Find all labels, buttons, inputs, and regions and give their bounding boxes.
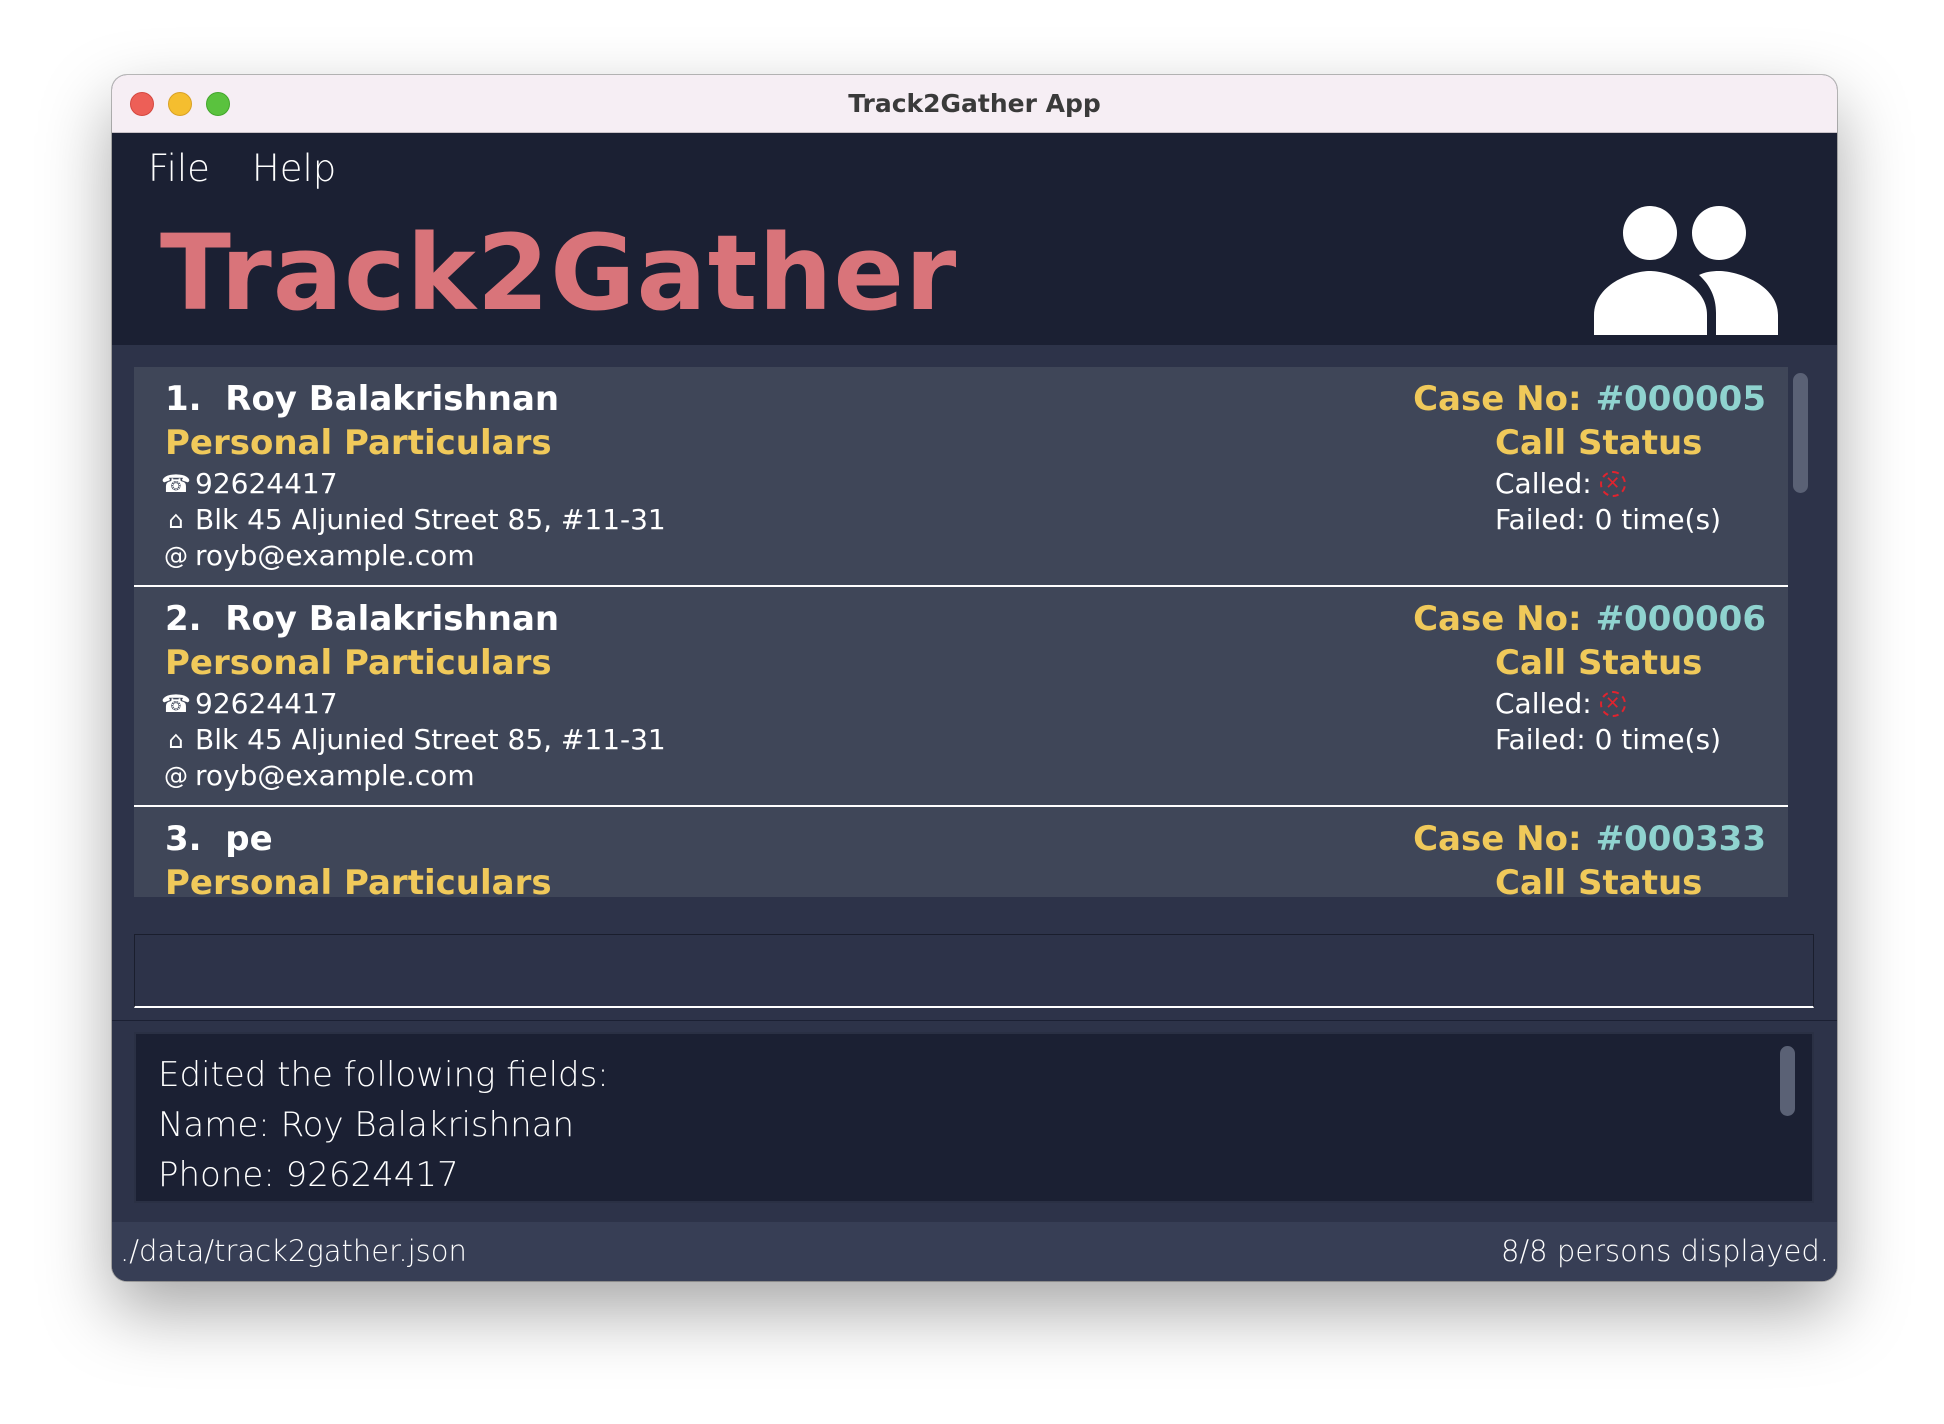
not-called-icon: ✕ <box>1599 690 1626 717</box>
phone-line: ☎ 92624417 <box>161 467 338 500</box>
result-area: Edited the following fields: Name: Roy B… <box>112 1021 1837 1222</box>
person-list-area: 1. Roy Balakrishnan Personal Particulars… <box>112 345 1837 919</box>
command-area <box>112 919 1837 1021</box>
scrollbar-thumb[interactable] <box>1780 1046 1795 1116</box>
persons-count: 8/8 persons displayed. <box>1500 1234 1829 1268</box>
address-line: ⌂ Blk 45 Aljunied Street 85, #11-31 <box>165 723 666 756</box>
menu-help[interactable]: Help <box>252 147 336 190</box>
case-number: Case No: #000005 <box>1413 379 1766 419</box>
phone-icon: ☎ <box>161 469 191 498</box>
email-line: @ royb@example.com <box>164 539 475 572</box>
failed-count: Failed: 0 time(s) <box>1495 723 1721 756</box>
address-line: ⌂ Blk 45 Aljunied Street 85, #11-31 <box>165 503 666 536</box>
window-title: Track2Gather App <box>848 89 1101 118</box>
menu-file[interactable]: File <box>148 147 210 190</box>
header: File Help Track2Gather <box>112 133 1837 345</box>
not-called-icon: ✕ <box>1599 470 1626 497</box>
phone-value: 92624417 <box>195 467 338 500</box>
called-status: Called: ✕ <box>1495 687 1626 720</box>
personal-particulars-label: Personal Particulars <box>165 423 552 463</box>
phone-value: 92624417 <box>195 687 338 720</box>
result-line: Name: Roy Balakrishnan <box>158 1105 575 1145</box>
call-status-label: Call Status <box>1495 423 1703 463</box>
command-input[interactable] <box>135 935 1813 1006</box>
file-path: ./data/track2gather.json <box>120 1234 467 1268</box>
personal-particulars-label: Personal Particulars <box>165 863 552 897</box>
person-name: 3. pe <box>165 819 273 859</box>
address-value: Blk 45 Aljunied Street 85, #11-31 <box>195 723 666 756</box>
scrollbar-thumb[interactable] <box>1793 373 1808 493</box>
email-line: @ royb@example.com <box>164 759 475 792</box>
result-text: Edited the following fields: Name: Roy B… <box>158 1050 609 1200</box>
result-line: Edited the following fields: <box>158 1055 609 1095</box>
phone-line: ☎ 92624417 <box>161 687 338 720</box>
app-window: Track2Gather App File Help Track2Gather … <box>112 75 1837 1281</box>
case-number: Case No: #000006 <box>1413 599 1766 639</box>
person-list[interactable]: 1. Roy Balakrishnan Personal Particulars… <box>134 367 1788 897</box>
result-display: Edited the following fields: Name: Roy B… <box>134 1032 1814 1203</box>
app-name: Track2Gather <box>160 212 958 334</box>
result-line: Phone: 92624417 <box>158 1155 459 1195</box>
command-box[interactable] <box>134 934 1814 1008</box>
called-status: Called: ✕ <box>1495 467 1626 500</box>
at-icon: @ <box>164 761 188 790</box>
call-status-label: Call Status <box>1495 863 1703 897</box>
title-bar: Track2Gather App <box>112 75 1837 133</box>
person-card[interactable]: 3. pe Personal Particulars Case No: #0003… <box>134 807 1788 897</box>
at-icon: @ <box>164 541 188 570</box>
case-number: Case No: #000333 <box>1413 819 1766 859</box>
person-card[interactable]: 2. Roy Balakrishnan Personal Particulars… <box>134 587 1788 807</box>
failed-count: Failed: 0 time(s) <box>1495 503 1721 536</box>
person-list-scrollbar[interactable] <box>1791 367 1811 897</box>
result-scrollbar[interactable] <box>1778 1044 1798 1194</box>
status-bar: ./data/track2gather.json 8/8 persons dis… <box>112 1222 1837 1281</box>
personal-particulars-label: Personal Particulars <box>165 643 552 683</box>
person-card[interactable]: 1. Roy Balakrishnan Personal Particulars… <box>134 367 1788 587</box>
home-icon: ⌂ <box>168 725 184 754</box>
call-status-label: Call Status <box>1495 643 1703 683</box>
email-value: royb@example.com <box>195 759 475 792</box>
phone-icon: ☎ <box>161 689 191 718</box>
home-icon: ⌂ <box>168 505 184 534</box>
email-value: royb@example.com <box>195 539 475 572</box>
person-name: 2. Roy Balakrishnan <box>165 599 560 639</box>
person-name: 1. Roy Balakrishnan <box>165 379 560 419</box>
menu-bar: File Help <box>148 147 336 190</box>
people-icon <box>1594 206 1778 335</box>
address-value: Blk 45 Aljunied Street 85, #11-31 <box>195 503 666 536</box>
